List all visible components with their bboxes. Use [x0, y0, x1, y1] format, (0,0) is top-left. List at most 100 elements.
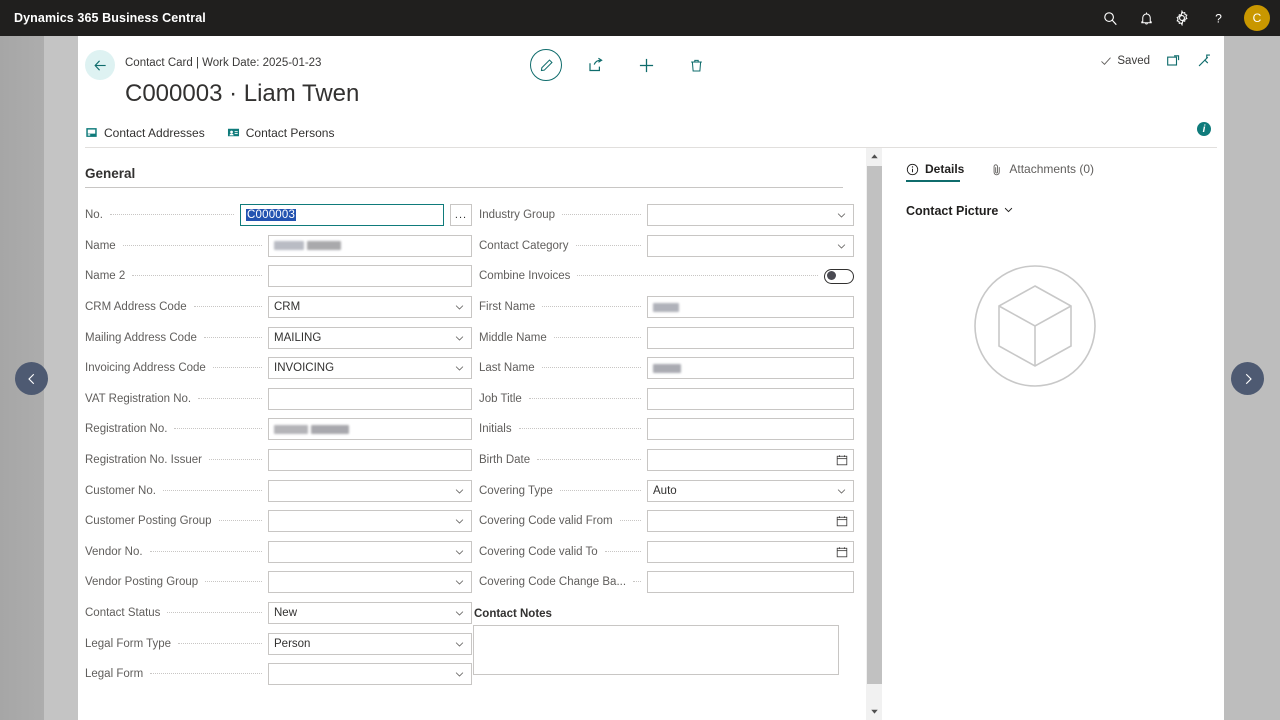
caret-down-icon[interactable]	[866, 703, 883, 720]
field-row-name-2: Name 2	[78, 261, 472, 292]
contact-picture-section-header[interactable]: Contact Picture	[906, 204, 1224, 218]
contact-status-dropdown[interactable]: New	[268, 602, 472, 625]
delete-action-button[interactable]	[680, 49, 712, 81]
combine-invoices-toggle[interactable]	[824, 268, 854, 284]
page-action-bar	[530, 49, 712, 81]
next-record-button[interactable]	[1231, 362, 1264, 395]
field-row-contact-status: Contact Status New	[78, 598, 472, 629]
covering-type-dropdown[interactable]: Auto	[647, 479, 854, 502]
arrow-left-icon	[93, 59, 106, 71]
tab-details[interactable]: Details	[906, 162, 964, 182]
no-assist-edit-button[interactable]: ...	[450, 204, 472, 227]
middle-name-input[interactable]	[647, 326, 854, 349]
dot-leader	[528, 397, 641, 399]
link-contact-addresses[interactable]: Contact Addresses	[85, 126, 205, 142]
link-contact-persons[interactable]: Contact Persons	[227, 126, 334, 142]
dot-leader	[218, 520, 262, 522]
calendar-icon[interactable]	[836, 515, 848, 527]
bell-icon[interactable]	[1130, 2, 1162, 34]
field-label: Customer Posting Group	[78, 515, 268, 527]
job-title-input[interactable]	[647, 387, 854, 410]
invoicing-address-code-dropdown[interactable]: INVOICING	[268, 357, 472, 380]
collapse-button[interactable]	[1197, 53, 1212, 68]
plus-icon	[639, 58, 653, 72]
covering-code-valid-to-input[interactable]	[647, 540, 854, 563]
label-text: VAT Registration No.	[85, 392, 192, 405]
calendar-icon[interactable]	[836, 546, 848, 558]
customer-posting-group-dropdown[interactable]	[268, 510, 472, 533]
field-row-middle-name: Middle Name	[472, 322, 854, 353]
industry-group-dropdown[interactable]	[647, 204, 854, 227]
vat-registration-no-input[interactable]	[268, 387, 472, 410]
gear-icon[interactable]	[1166, 2, 1198, 34]
avatar[interactable]: C	[1244, 5, 1270, 31]
form-scrollbar[interactable]	[865, 148, 882, 720]
registration-no-input[interactable]	[268, 418, 472, 441]
no-input[interactable]: C000003	[240, 204, 444, 227]
crm-address-code-dropdown[interactable]: CRM	[268, 296, 472, 319]
legal-form-type-dropdown[interactable]: Person	[268, 632, 472, 655]
previous-record-button[interactable]	[15, 362, 48, 395]
registration-no-issuer-input[interactable]	[268, 449, 472, 472]
label-text: Vendor No.	[85, 545, 143, 558]
legal-form-dropdown[interactable]	[268, 663, 472, 686]
dot-leader	[167, 612, 262, 614]
field-label: Invoicing Address Code	[78, 362, 268, 374]
calendar-icon[interactable]	[836, 454, 848, 466]
related-links-strip: Contact Addresses Contact Persons i	[85, 120, 1217, 148]
contact-category-dropdown[interactable]	[647, 234, 854, 257]
factbox-tabs: Details Attachments (0)	[906, 162, 1224, 182]
covering-code-valid-from-input[interactable]	[647, 510, 854, 533]
tab-attachments[interactable]: Attachments (0)	[990, 162, 1094, 182]
new-action-button[interactable]	[630, 49, 662, 81]
dot-leader	[604, 550, 641, 552]
dot-leader	[162, 489, 262, 491]
contact-notes-textarea[interactable]	[473, 624, 839, 675]
name-2-input[interactable]	[268, 265, 472, 288]
field-row-registration-no-issuer: Registration No. Issuer	[78, 445, 472, 476]
header-right-group: Saved	[1100, 53, 1212, 68]
label-text: Last Name	[479, 362, 535, 375]
scrollbar-thumb[interactable]	[867, 166, 882, 684]
mailing-address-code-dropdown[interactable]: MAILING	[268, 326, 472, 349]
back-button[interactable]	[85, 50, 115, 80]
field-label: Combine Invoices	[472, 270, 824, 282]
form-columns: No. C000003 ... Name Name 2 CRM Address …	[78, 188, 865, 690]
chevron-down-icon	[454, 546, 465, 557]
dot-leader	[577, 275, 818, 277]
dot-leader	[203, 336, 262, 338]
vendor-no-dropdown[interactable]	[268, 540, 472, 563]
name-input[interactable]	[268, 234, 472, 257]
last-name-input[interactable]	[647, 357, 854, 380]
edit-action-button[interactable]	[530, 49, 562, 81]
label-text: No.	[85, 209, 103, 222]
contact-notes-label: Contact Notes	[474, 607, 552, 620]
value-text: MAILING	[274, 331, 322, 344]
caret-up-icon[interactable]	[866, 148, 883, 165]
first-name-input[interactable]	[647, 296, 854, 319]
info-badge[interactable]: i	[1197, 122, 1211, 136]
paperclip-icon	[993, 163, 1001, 175]
field-row-last-name: Last Name	[472, 353, 854, 384]
dot-leader	[122, 244, 262, 246]
label-text: Legal Form Type	[85, 637, 172, 650]
chevron-right-icon	[1245, 373, 1252, 384]
field-label: Vendor Posting Group	[78, 576, 268, 588]
chevron-down-icon	[454, 577, 465, 588]
label-text: Middle Name	[479, 331, 547, 344]
info-circle-icon	[906, 163, 919, 175]
question-mark-icon[interactable]: ?	[1202, 2, 1234, 34]
share-action-button[interactable]	[580, 49, 612, 81]
customer-no-dropdown[interactable]	[268, 479, 472, 502]
pencil-icon	[540, 58, 553, 71]
covering-code-change-ba-input[interactable]	[647, 571, 854, 594]
checkmark-icon	[1101, 56, 1112, 65]
collapse-icon	[1198, 54, 1210, 67]
birth-date-input[interactable]	[647, 449, 854, 472]
search-icon[interactable]	[1094, 2, 1126, 34]
open-in-new-window-button[interactable]	[1166, 53, 1181, 68]
vendor-posting-group-dropdown[interactable]	[268, 571, 472, 594]
label-text: Contact Category	[479, 239, 569, 252]
dot-leader	[174, 428, 262, 430]
initials-input[interactable]	[647, 418, 854, 441]
